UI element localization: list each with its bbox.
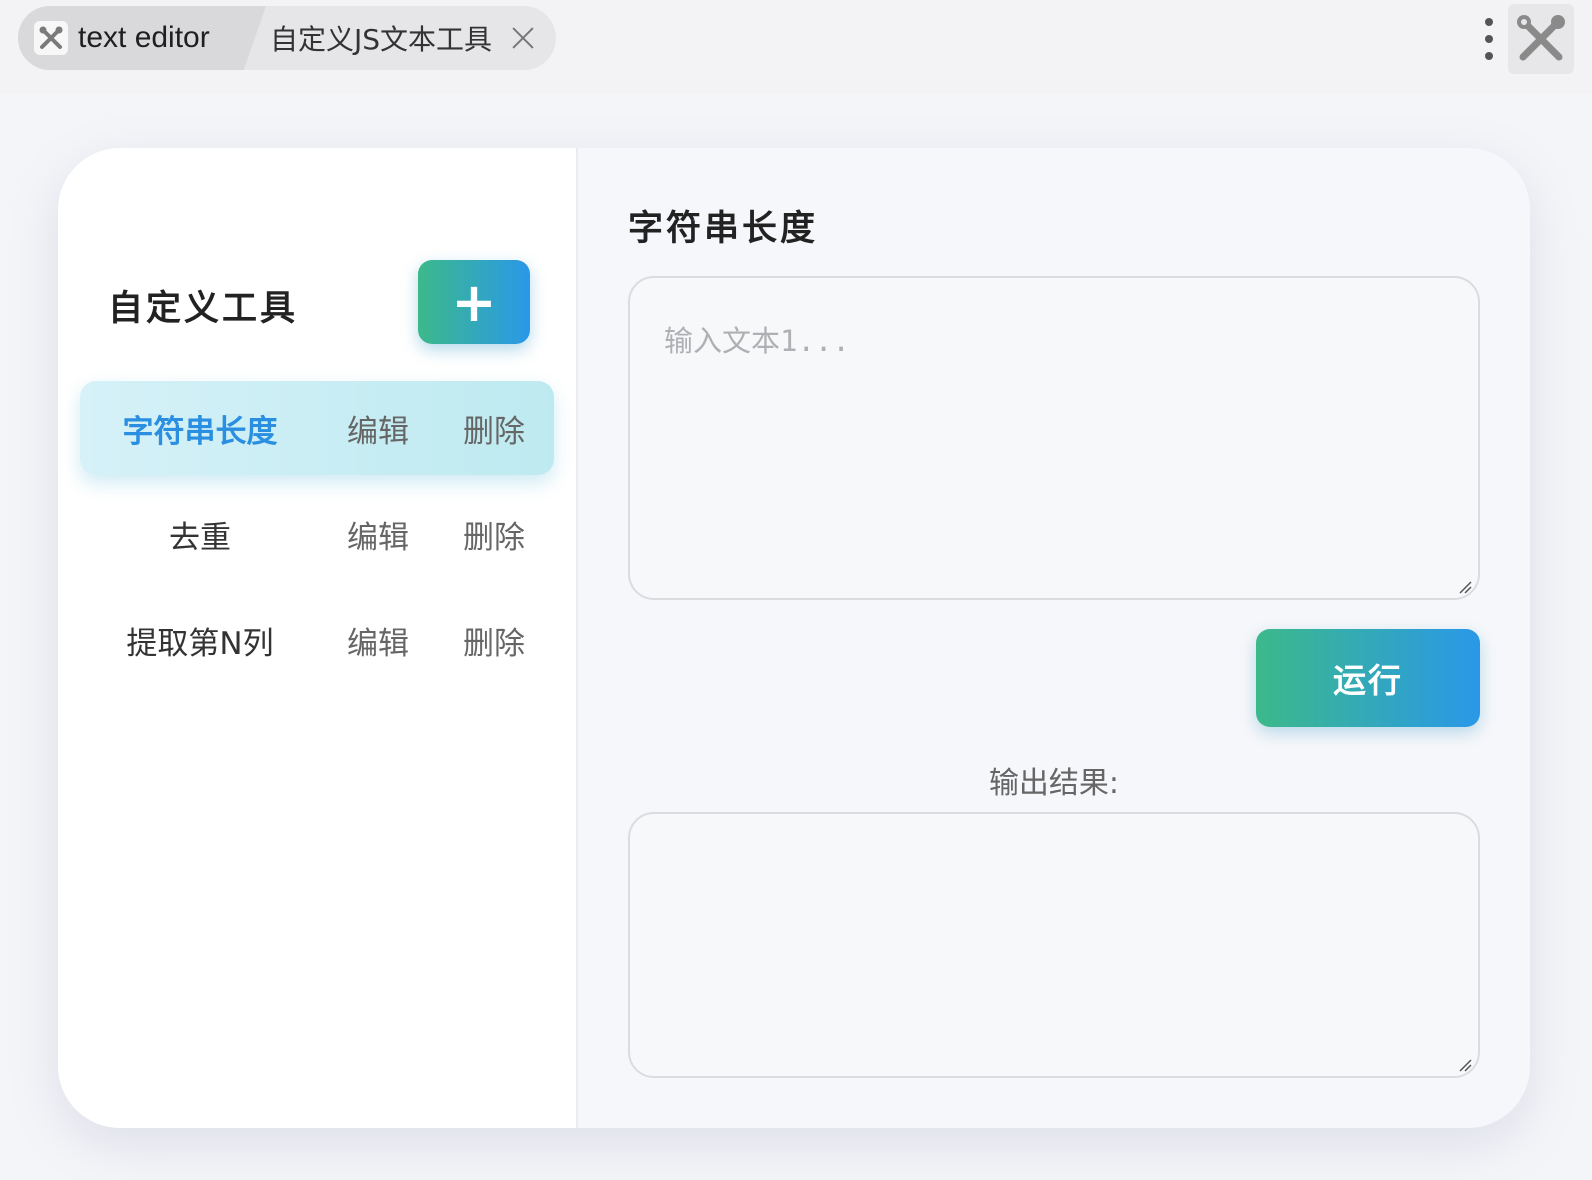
tab-text-editor[interactable]: text editor (18, 6, 266, 70)
delete-button[interactable]: 删除 (436, 618, 552, 663)
delete-button[interactable]: 删除 (436, 406, 552, 451)
output-textarea[interactable] (628, 812, 1480, 1078)
main-card: 自定义工具 + 字符串长度 编辑 删除 去重 编辑 删除 提取第N列 编辑 删除… (58, 148, 1530, 1128)
sidebar: 自定义工具 + 字符串长度 编辑 删除 去重 编辑 删除 提取第N列 编辑 删除 (58, 148, 578, 1128)
tab-plugin[interactable]: 自定义JS文本工具 (270, 6, 538, 70)
tool-name[interactable]: 去重 (80, 512, 320, 557)
title-bar: text editor 自定义JS文本工具 (0, 0, 1592, 94)
tool-list: 字符串长度 编辑 删除 去重 编辑 删除 提取第N列 编辑 删除 (80, 381, 554, 699)
tab-plugin-label: 自定义JS文本工具 (270, 23, 493, 56)
wrench-screwdriver-icon (1517, 15, 1565, 61)
tool-name[interactable]: 提取第N列 (80, 618, 320, 663)
tool-name[interactable]: 字符串长度 (80, 406, 320, 451)
tab-group: text editor 自定义JS文本工具 (18, 6, 556, 70)
tool-item[interactable]: 提取第N列 编辑 删除 (80, 593, 554, 687)
resize-grip-icon[interactable] (1458, 580, 1472, 594)
output-label: 输出结果: (988, 766, 1120, 801)
tool-item[interactable]: 去重 编辑 删除 (80, 487, 554, 581)
edit-button[interactable]: 编辑 (320, 512, 436, 557)
more-vertical-icon[interactable] (1476, 14, 1502, 64)
tab-title: text editor (78, 21, 210, 54)
edit-button[interactable]: 编辑 (320, 618, 436, 663)
run-button[interactable]: 运行 (1256, 629, 1480, 727)
main-panel: 字符串长度 运行 输出结果: (578, 148, 1530, 1128)
sidebar-title: 自定义工具 (108, 289, 299, 329)
tools-button[interactable] (1508, 4, 1574, 74)
tool-title: 字符串长度 (628, 209, 819, 249)
tools-icon (34, 21, 68, 55)
close-icon[interactable] (508, 23, 538, 53)
add-tool-button[interactable]: + (418, 260, 530, 344)
input-textarea[interactable] (628, 276, 1480, 600)
delete-button[interactable]: 删除 (436, 512, 552, 557)
edit-button[interactable]: 编辑 (320, 406, 436, 451)
resize-grip-icon[interactable] (1458, 1058, 1472, 1072)
tool-item[interactable]: 字符串长度 编辑 删除 (80, 381, 554, 475)
